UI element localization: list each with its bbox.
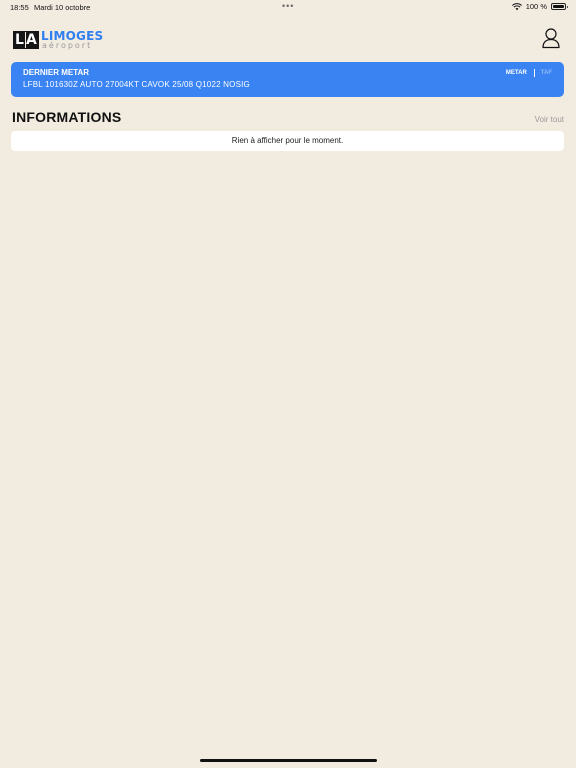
informations-heading: INFORMATIONS (12, 109, 122, 125)
app-screen: 18:55 Mardi 10 octobre ••• 100 % L A LIM… (0, 0, 576, 768)
metar-report: LFBL 101630Z AUTO 27004KT CAVOK 25/08 Q1… (23, 80, 250, 89)
logo-mark: L A (13, 31, 39, 49)
limoges-airport-logo[interactable]: L A LIMOGES aéroport (13, 29, 103, 51)
logo-mark-letter-a: A (26, 32, 37, 48)
metar-tab-switcher: METAR TAF (506, 69, 552, 77)
status-indicators: 100 % (511, 2, 568, 11)
metar-title: DERNIER METAR (23, 68, 90, 77)
tab-taf[interactable]: TAF (541, 70, 552, 76)
logo-subtitle: aéroport (42, 41, 93, 50)
empty-state-card: Rien à afficher pour le moment. (11, 131, 564, 151)
tab-divider (533, 69, 535, 77)
see-all-link[interactable]: Voir tout (535, 115, 564, 124)
status-time: 18:55 (10, 3, 29, 12)
battery-icon (551, 3, 568, 10)
metar-card[interactable]: DERNIER METAR LFBL 101630Z AUTO 27004KT … (11, 62, 564, 97)
logo-mark-letter-l: L (15, 32, 24, 48)
empty-state-message: Rien à afficher pour le moment. (231, 136, 344, 145)
status-bar: 18:55 Mardi 10 octobre ••• 100 % (0, 0, 576, 14)
battery-percentage: 100 % (525, 2, 547, 11)
status-date: Mardi 10 octobre (34, 3, 91, 12)
tab-metar[interactable]: METAR (506, 70, 527, 76)
wifi-icon (511, 2, 522, 10)
home-indicator[interactable] (200, 759, 377, 762)
multitasking-dots[interactable]: ••• (282, 1, 294, 11)
user-icon[interactable] (540, 27, 562, 49)
